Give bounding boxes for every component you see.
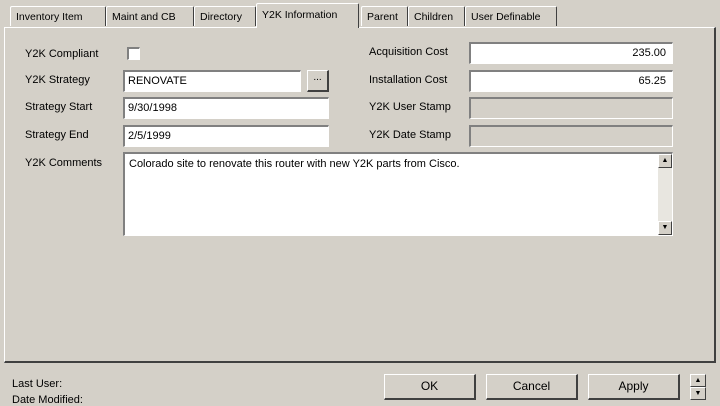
tab-children[interactable]: Children: [408, 6, 465, 26]
ok-button[interactable]: OK: [384, 374, 476, 400]
y2k-user-stamp-label: Y2K User Stamp: [369, 101, 451, 113]
tab-inventory-item[interactable]: Inventory Item: [10, 6, 106, 26]
tab-directory[interactable]: Directory: [194, 6, 256, 26]
y2k-comments-label: Y2K Comments: [25, 157, 103, 169]
tab-y2k-information[interactable]: Y2K Information: [256, 3, 359, 28]
strategy-start-field[interactable]: 9/30/1998: [123, 97, 329, 119]
spin-up-icon[interactable]: ▲: [690, 374, 706, 387]
strategy-browse-button[interactable]: ...: [307, 70, 329, 92]
spin-down-icon[interactable]: ▼: [690, 387, 706, 400]
y2k-compliant-checkbox[interactable]: [127, 47, 140, 60]
y2k-strategy-label: Y2K Strategy: [25, 74, 90, 86]
strategy-end-label: Strategy End: [25, 129, 89, 141]
strategy-end-field[interactable]: 2/5/1999: [123, 125, 329, 147]
y2k-comments-textarea[interactable]: Colorado site to renovate this router wi…: [123, 152, 673, 236]
installation-cost-field[interactable]: 65.25: [469, 70, 673, 92]
y2k-date-stamp-field: [469, 125, 673, 147]
tab-user-definable[interactable]: User Definable: [465, 6, 557, 26]
tab-parent[interactable]: Parent: [361, 6, 408, 26]
scroll-down-icon[interactable]: ▼: [658, 221, 672, 235]
apply-button[interactable]: Apply: [588, 374, 680, 400]
tab-maint-and-cb[interactable]: Maint and CB: [106, 6, 194, 26]
installation-cost-label: Installation Cost: [369, 74, 448, 86]
comments-scrollbar[interactable]: ▲ ▼: [658, 154, 672, 235]
y2k-user-stamp-field: [469, 97, 673, 119]
acquisition-cost-label: Acquisition Cost: [369, 46, 448, 58]
y2k-compliant-label: Y2K Compliant: [25, 48, 99, 60]
y2k-information-panel: Y2K Compliant Y2K Strategy RENOVATE ... …: [4, 27, 716, 363]
acquisition-cost-field[interactable]: 235.00: [469, 42, 673, 64]
scroll-up-icon[interactable]: ▲: [658, 154, 672, 168]
comments-text: Colorado site to renovate this router wi…: [129, 158, 460, 170]
cancel-button[interactable]: Cancel: [486, 374, 578, 400]
y2k-strategy-field[interactable]: RENOVATE: [123, 70, 301, 92]
y2k-date-stamp-label: Y2K Date Stamp: [369, 129, 451, 141]
strategy-start-label: Strategy Start: [25, 101, 93, 113]
date-modified-label: Date Modified:: [12, 394, 83, 406]
last-user-label: Last User:: [12, 378, 63, 390]
